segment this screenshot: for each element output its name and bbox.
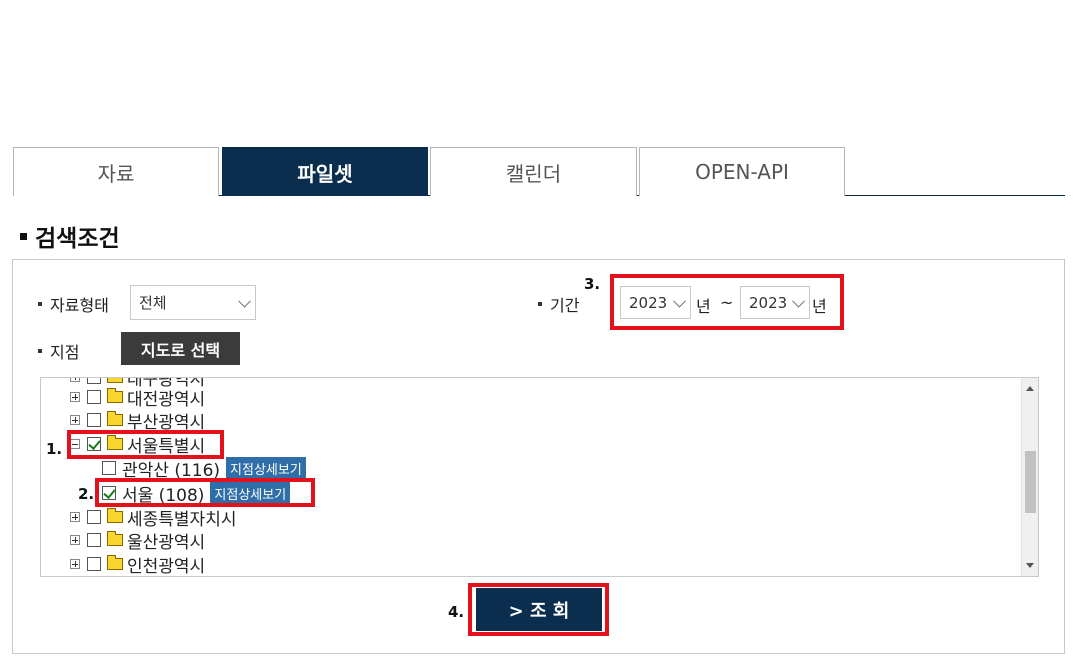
tree-item-label: 세종특별자치시 [127,509,237,530]
station-label-text: 지점 [50,343,80,362]
bullet-dot-icon [538,302,542,306]
scroll-up-icon[interactable] [1026,386,1034,391]
checkbox[interactable] [87,533,101,547]
checkbox[interactable] [102,461,116,475]
chevron-down-icon [792,294,805,308]
folder-icon [107,531,123,546]
data-type-value: 전체 [139,294,167,312]
select-by-map-button[interactable]: 지도로 선택 [121,332,240,365]
checkbox[interactable] [87,413,101,427]
chevron-down-icon [238,294,251,308]
tree-item-sejong[interactable]: 세종특별자치시 [70,506,237,530]
bullet-dot-icon [38,349,42,353]
search-button[interactable]: > 조 회 [476,588,602,631]
tree-item-daejeon[interactable]: 대전광역시 [70,386,206,410]
tree-item-label: 부산광역시 [127,412,206,433]
year-unit-end: 년 [812,297,827,316]
data-type-label-text: 자료형태 [50,296,109,315]
tree-item-label: 서울특별시 [127,436,206,457]
station-detail-button[interactable]: 지점상세보기 [210,481,291,505]
collapse-icon[interactable] [70,439,80,449]
period-start-year-select[interactable]: 2023 [620,286,691,319]
tree-item-label: 울산광역시 [127,532,206,553]
expand-icon[interactable] [70,535,80,545]
data-type-label: 자료형태 [38,292,109,316]
section-title-text: 검색조건 [35,226,120,252]
tab-calendar[interactable]: 캘린더 [430,147,637,196]
expand-icon[interactable] [70,378,80,382]
tree-item-label: 인천광역시 [127,556,206,577]
tab-open-api[interactable]: OPEN-API [639,147,845,196]
tab-data[interactable]: 자료 [13,147,219,196]
checkbox[interactable] [87,378,101,384]
tree-item-label: 대전광역시 [127,389,206,410]
chevron-down-icon [673,294,686,308]
step-1-marker: 1. [46,440,63,458]
folder-icon [107,555,123,570]
bullet-square-icon [20,232,27,240]
bullet-dot-icon [38,302,42,306]
checkbox[interactable] [87,557,101,571]
folder-open-icon [107,435,123,450]
station-detail-button[interactable]: 지점상세보기 [226,456,306,480]
tree-item-seoul-station[interactable]: 서울 (108) 지점상세보기 [102,481,291,506]
expand-icon[interactable] [70,415,80,425]
folder-icon [107,378,123,383]
scrollbar-thumb[interactable] [1025,451,1036,513]
station-label: 지점 [38,339,79,363]
tree-item-busan[interactable]: 부산광역시 [70,409,206,433]
tree-item-label: 서울 (108) [122,485,205,506]
period-end-value: 2023 [749,293,788,312]
checkbox-checked[interactable] [102,486,116,500]
step-2-marker: 2. [78,485,95,503]
checkbox[interactable] [87,510,101,524]
tree-item-ulsan[interactable]: 울산광역시 [70,529,206,553]
period-label: 기간 [538,292,579,316]
folder-icon [107,508,123,523]
tree-item-label: 관악산 (116) [122,460,221,481]
period-end-year-select[interactable]: 2023 [740,286,810,319]
tree-item-incheon[interactable]: 인천광역시 [70,553,206,577]
period-start-value: 2023 [629,293,668,312]
tree-item-gwanaksan[interactable]: 관악산 (116) 지점상세보기 [102,456,306,481]
expand-icon[interactable] [70,512,80,522]
period-tilde: ~ [720,293,734,312]
expand-icon[interactable] [70,559,80,569]
expand-icon[interactable] [70,392,80,402]
step-4-marker: 4. [448,603,465,621]
section-title: 검색조건 [20,219,120,253]
year-unit-start: 년 [696,297,711,316]
scroll-down-icon[interactable] [1026,563,1034,568]
data-type-select[interactable]: 전체 [130,285,256,320]
search-conditions-panel: 자료형태 전체 기간 2023 년 ~ 2023 년 지점 지도로 선택 대구광… [12,259,1065,654]
tab-bar: 자료 파일셋 캘린더 OPEN-API [13,147,1065,196]
station-tree[interactable]: 대구광역시 대전광역시 부산광역시 서울특별시 관악산 (116) 지점상세보기 [40,377,1039,577]
checkbox-checked[interactable] [87,437,101,451]
tree-item-seoul-city[interactable]: 서울특별시 [70,433,206,457]
checkbox[interactable] [87,390,101,404]
folder-icon [107,411,123,426]
step-3-marker: 3. [584,275,601,293]
period-label-text: 기간 [550,296,580,315]
folder-icon [107,388,123,403]
tab-fileset[interactable]: 파일셋 [222,147,428,196]
tree-scrollbar[interactable] [1021,378,1038,576]
